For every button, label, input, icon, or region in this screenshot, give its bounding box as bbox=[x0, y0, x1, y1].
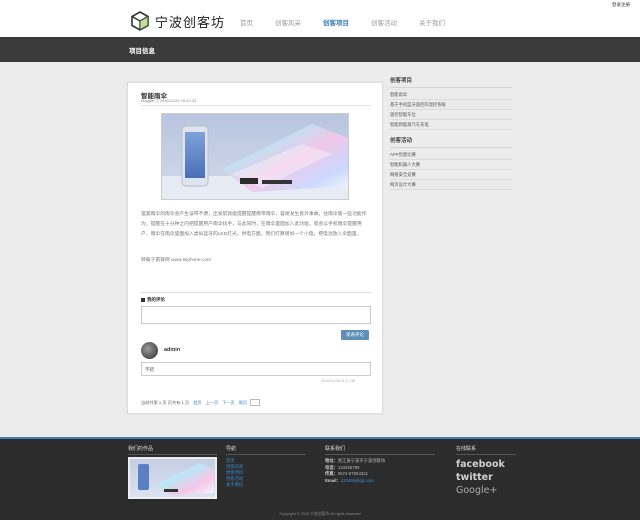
sidebar-events-heading: 创客活动 bbox=[390, 136, 512, 148]
nav-maker-style[interactable]: 创客风采 bbox=[275, 17, 301, 27]
sidebar: 创客项目 智能雨伞 基于手机蓝牙遥控的温控系统 遥控智能车位 智能新能源汽车充电… bbox=[390, 76, 512, 190]
pagination-next[interactable]: 下一页 bbox=[222, 400, 235, 406]
article-source-link[interactable]: 转载于雷锋网 www.leiphone.com bbox=[141, 256, 211, 263]
footer-social-heading: 在线联系 bbox=[456, 445, 516, 455]
sidebar-event-item[interactable]: 智能机器人大赛 bbox=[390, 160, 512, 170]
nav-maker-events[interactable]: 创客活动 bbox=[371, 17, 397, 27]
nav-home[interactable]: 首页 bbox=[240, 17, 253, 27]
footer-work-thumbnail[interactable] bbox=[128, 457, 217, 499]
footer: 我们的作品 导航 首页 创客风采 创客项目 创客活动 关于我们 联系我们 地址：… bbox=[0, 437, 640, 520]
page-title: 项目信息 bbox=[129, 48, 155, 55]
article-body: 遗漏雨伞的雨伞会产生误带不便，出发前就能提醒提醒携带雨伞，容易发生意外事故，往雨… bbox=[141, 212, 367, 237]
comment-username: admin bbox=[164, 347, 181, 353]
clock-icon: ◷ bbox=[155, 98, 159, 103]
footer-link-about[interactable]: 关于我们 bbox=[226, 482, 306, 488]
sidebar-event-item[interactable]: APP创意比赛 bbox=[390, 150, 512, 160]
pagination-prev[interactable]: 上一页 bbox=[206, 400, 219, 406]
twitter-icon[interactable]: twitter bbox=[456, 471, 516, 484]
sidebar-project-item[interactable]: 智能新能源汽车充电 bbox=[390, 120, 512, 130]
sidebar-project-item[interactable]: 遥控智能车位 bbox=[390, 110, 512, 120]
sidebar-project-item[interactable]: 智能雨伞 bbox=[390, 90, 512, 100]
submit-comment-button[interactable]: 发表评论 bbox=[341, 330, 369, 340]
main-nav: 首页 创客风采 创客项目 创客活动 关于我们 bbox=[240, 17, 467, 27]
footer-contact: 联系我们 地址：浙江省宁波市宁波创客坊 电话：123456789 传真：0574… bbox=[325, 445, 435, 484]
login-register-link[interactable]: 登录注册 bbox=[612, 2, 630, 8]
copyright: Copyright © 2016 宁波创客坊 All rights reserv… bbox=[279, 512, 361, 516]
pagination-last[interactable]: 尾页 bbox=[239, 400, 247, 406]
logo-text: 宁波创客坊 bbox=[155, 15, 226, 31]
cube-logo-icon bbox=[131, 11, 149, 31]
sidebar-project-item[interactable]: 基于手机蓝牙遥控的温控系统 bbox=[390, 100, 512, 110]
pagination-summary: 当前共第 1 页 页共有 1 页 bbox=[141, 399, 190, 405]
comment-label-text: 我的评论 bbox=[147, 297, 165, 302]
comment-divider bbox=[141, 292, 371, 293]
top-header: 登录注册 宁波创客坊 首页 创客风采 创客项目 创客活动 关于我们 bbox=[0, 0, 640, 37]
footer-contact-heading: 联系我们 bbox=[325, 445, 435, 455]
facebook-icon[interactable]: facebook bbox=[456, 458, 516, 471]
nav-about-us[interactable]: 关于我们 bbox=[419, 17, 445, 27]
sidebar-event-item[interactable]: 网页设计大赛 bbox=[390, 180, 512, 190]
pagination: 当前共第 1 页 页共有 1 页 首页 上一页 下一页 尾页 bbox=[141, 399, 261, 406]
article-image bbox=[161, 113, 349, 200]
article-date: 2016/11/26 16:42:33 bbox=[159, 98, 197, 103]
page-jump-input[interactable] bbox=[250, 399, 261, 406]
title-divider bbox=[141, 105, 371, 106]
sidebar-projects-heading: 创客项目 bbox=[390, 76, 512, 88]
article-meta: Maggie ◷ 2016/11/26 16:42:33 bbox=[141, 98, 196, 103]
sidebar-event-item[interactable]: 网络安全竞赛 bbox=[390, 170, 512, 180]
comment-section-label: 我的评论 bbox=[141, 297, 165, 303]
footer-nav-heading: 导航 bbox=[226, 445, 306, 455]
google-plus-icon[interactable]: Google+ bbox=[456, 484, 516, 497]
comment-time: 2016/11/28 11:17:38 bbox=[321, 379, 356, 383]
article-author: Maggie bbox=[141, 98, 155, 103]
footer-social: 在线联系 facebook twitter Google+ bbox=[456, 445, 516, 497]
nav-maker-projects[interactable]: 创客项目 bbox=[323, 17, 349, 27]
avatar bbox=[141, 342, 158, 359]
site-logo[interactable]: 宁波创客坊 bbox=[130, 11, 225, 31]
comment-text: 不错 bbox=[145, 367, 154, 372]
pagination-first[interactable]: 首页 bbox=[193, 400, 201, 406]
page-title-bar: 项目信息 bbox=[0, 37, 640, 62]
comment-icon bbox=[141, 298, 145, 302]
article-card: 智能雨伞 Maggie ◷ 2016/11/26 16:42:33 遗漏雨伞的雨… bbox=[127, 82, 383, 414]
contact-email: Email：123456@qq.com bbox=[325, 477, 374, 483]
footer-nav: 导航 首页 创客风采 创客项目 创客活动 关于我们 bbox=[226, 445, 306, 488]
umbrella-product-photo bbox=[162, 124, 348, 199]
footer-works-heading: 我们的作品 bbox=[128, 445, 217, 455]
comment-input[interactable] bbox=[141, 306, 371, 324]
footer-works: 我们的作品 bbox=[128, 445, 217, 499]
comment-content-box: 不错 bbox=[141, 362, 371, 376]
